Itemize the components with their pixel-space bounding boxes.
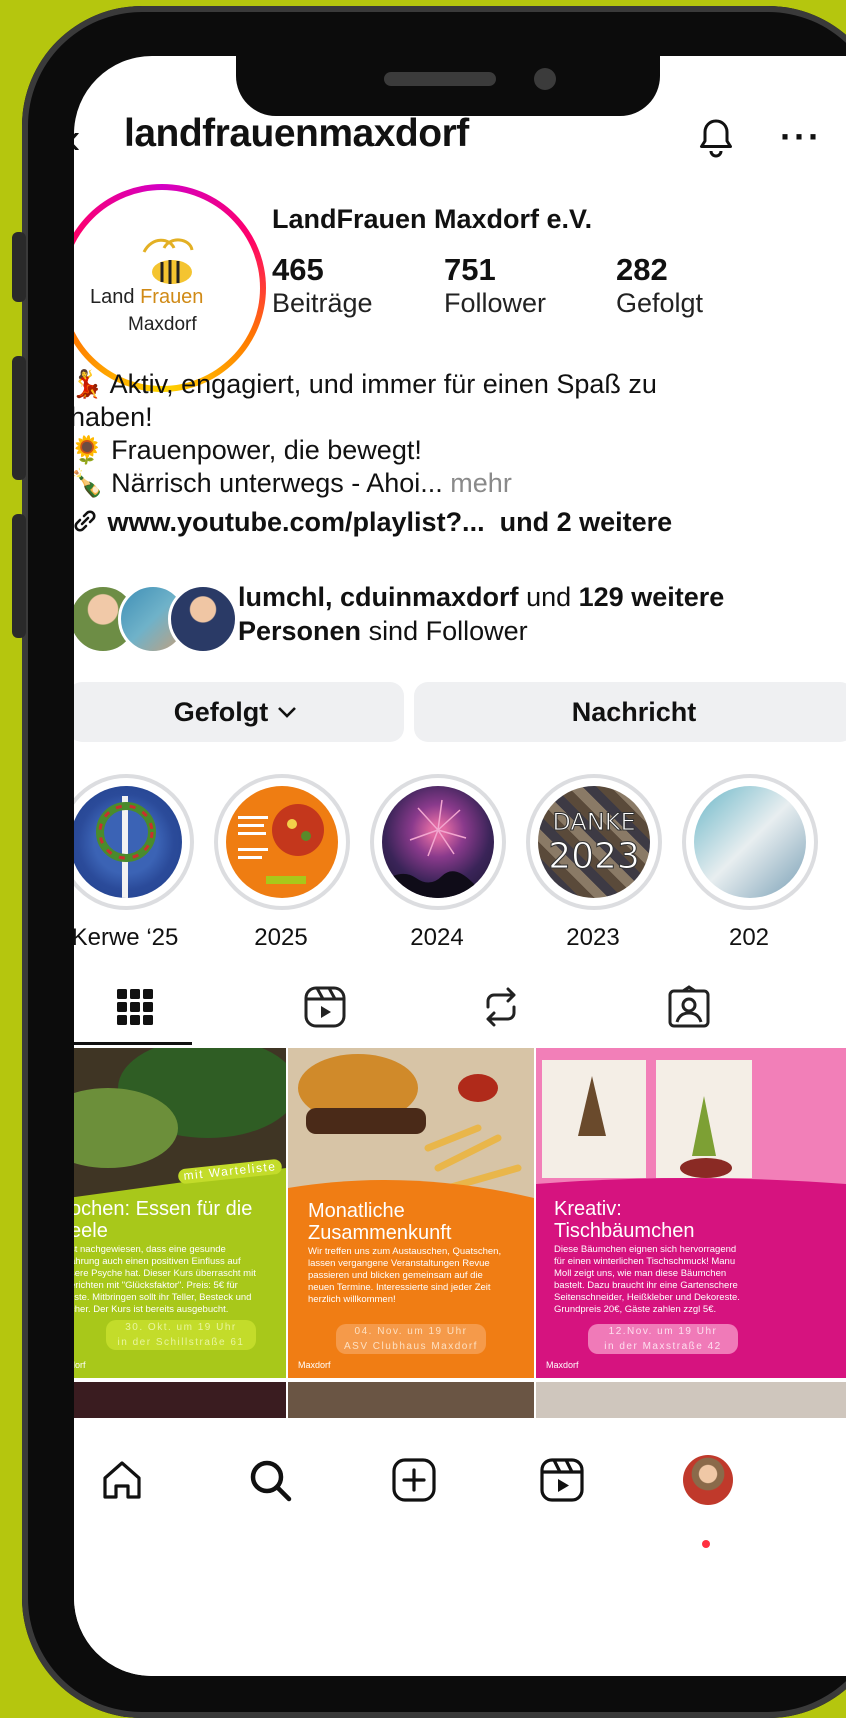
nav-reels[interactable] — [532, 1450, 592, 1510]
sunflower-emoji-icon: 🌻 — [74, 435, 104, 465]
stat-following[interactable]: 282 Gefolgt — [616, 252, 703, 319]
profile-link[interactable]: www.youtube.com/playlist?... und 2 weite… — [74, 506, 672, 538]
followed-by-text[interactable]: lumchl, cduinmaxdorf und 129 weitere Per… — [238, 580, 838, 648]
grid-post-1[interactable]: mit Warteliste ochen: Essen für die eele… — [74, 1048, 286, 1378]
nav-profile[interactable] — [678, 1450, 738, 1510]
avatar — [168, 584, 238, 654]
highlight-kerwe[interactable]: Kerwe ‘25 — [74, 774, 194, 952]
logo-wordmark: Land Frauen — [90, 286, 204, 308]
avatar-logo: Land Frauen Maxdorf — [74, 190, 260, 386]
tab-posts-grid[interactable] — [74, 972, 200, 1042]
link-icon — [74, 510, 96, 532]
profile-full-name: LandFrauen Maxdorf e.V. — [272, 204, 593, 234]
active-tab-indicator — [74, 1042, 192, 1045]
notification-dot — [702, 1540, 710, 1548]
nav-create[interactable] — [384, 1450, 444, 1510]
grid-post-5[interactable] — [288, 1382, 534, 1422]
search-icon — [250, 1460, 292, 1502]
profile-tabs — [74, 972, 846, 1046]
volume-down-button — [12, 514, 26, 638]
highlight-2025[interactable]: 2025 — [214, 774, 350, 952]
logo-subtitle: Maxdorf — [128, 314, 197, 335]
nav-search[interactable] — [240, 1450, 300, 1510]
chevron-left-icon[interactable]: ‹ — [74, 114, 81, 164]
screen: ‹ landfrauenmaxdorf ··· Land Frauen Maxd… — [74, 56, 846, 1676]
phone-notch — [236, 56, 660, 116]
mute-switch — [12, 232, 26, 302]
grid-post-3[interactable]: Kreativ: Tischbäumchen Diese Bäumchen ei… — [536, 1048, 846, 1378]
repost-icon — [486, 987, 516, 1027]
highlight-image — [226, 786, 338, 898]
bee-logo-icon — [142, 238, 194, 284]
stat-posts[interactable]: 465 Beiträge — [272, 252, 373, 319]
follower-avatars[interactable] — [74, 584, 238, 654]
highlight-202x[interactable]: 202 — [682, 774, 818, 952]
more-horizontal-icon[interactable]: ··· — [780, 116, 822, 158]
highlight-image — [74, 786, 182, 898]
highlight-2023[interactable]: DANKE 2023 2023 — [526, 774, 662, 952]
reels-icon — [304, 986, 346, 1028]
message-button[interactable]: Nachricht — [414, 682, 846, 742]
bio-more-link[interactable]: mehr — [450, 468, 512, 498]
nav-home[interactable] — [92, 1450, 152, 1510]
reels-icon — [540, 1458, 584, 1502]
bottle-emoji-icon: 🍾 — [74, 468, 104, 498]
following-button[interactable]: Gefolgt — [74, 682, 404, 742]
grid-post-2[interactable]: Monatliche Zusammenkunft Wir treffen uns… — [288, 1048, 534, 1378]
profile-bio: 💃 Aktiv, engagiert, und immer für einen … — [74, 368, 846, 500]
tab-reposts[interactable] — [436, 972, 566, 1042]
profile-username: landfrauenmaxdorf — [124, 112, 469, 155]
grid-icon — [117, 989, 153, 1025]
highlight-2024[interactable]: 2024 — [370, 774, 506, 952]
bottom-navigation — [74, 1418, 846, 1676]
front-camera — [534, 68, 556, 90]
profile-avatar-icon — [683, 1455, 733, 1505]
grid-post-6[interactable] — [536, 1382, 846, 1422]
highlight-image: DANKE 2023 — [538, 786, 650, 898]
stat-followers[interactable]: 751 Follower — [444, 252, 546, 319]
highlight-image — [694, 786, 806, 898]
tab-reels[interactable] — [260, 972, 390, 1042]
grid-post-4[interactable] — [74, 1382, 286, 1422]
speaker-grille — [384, 72, 496, 86]
tagged-icon — [668, 985, 710, 1028]
highlight-image — [382, 786, 494, 898]
create-icon — [392, 1458, 436, 1502]
volume-up-button — [12, 356, 26, 480]
home-icon — [103, 1461, 141, 1499]
chevron-down-icon — [278, 707, 297, 718]
bell-icon[interactable] — [698, 118, 734, 163]
dancer-emoji-icon: 💃 — [74, 369, 104, 399]
tab-tagged[interactable] — [624, 972, 754, 1042]
profile-avatar[interactable]: Land Frauen Maxdorf — [74, 184, 266, 392]
